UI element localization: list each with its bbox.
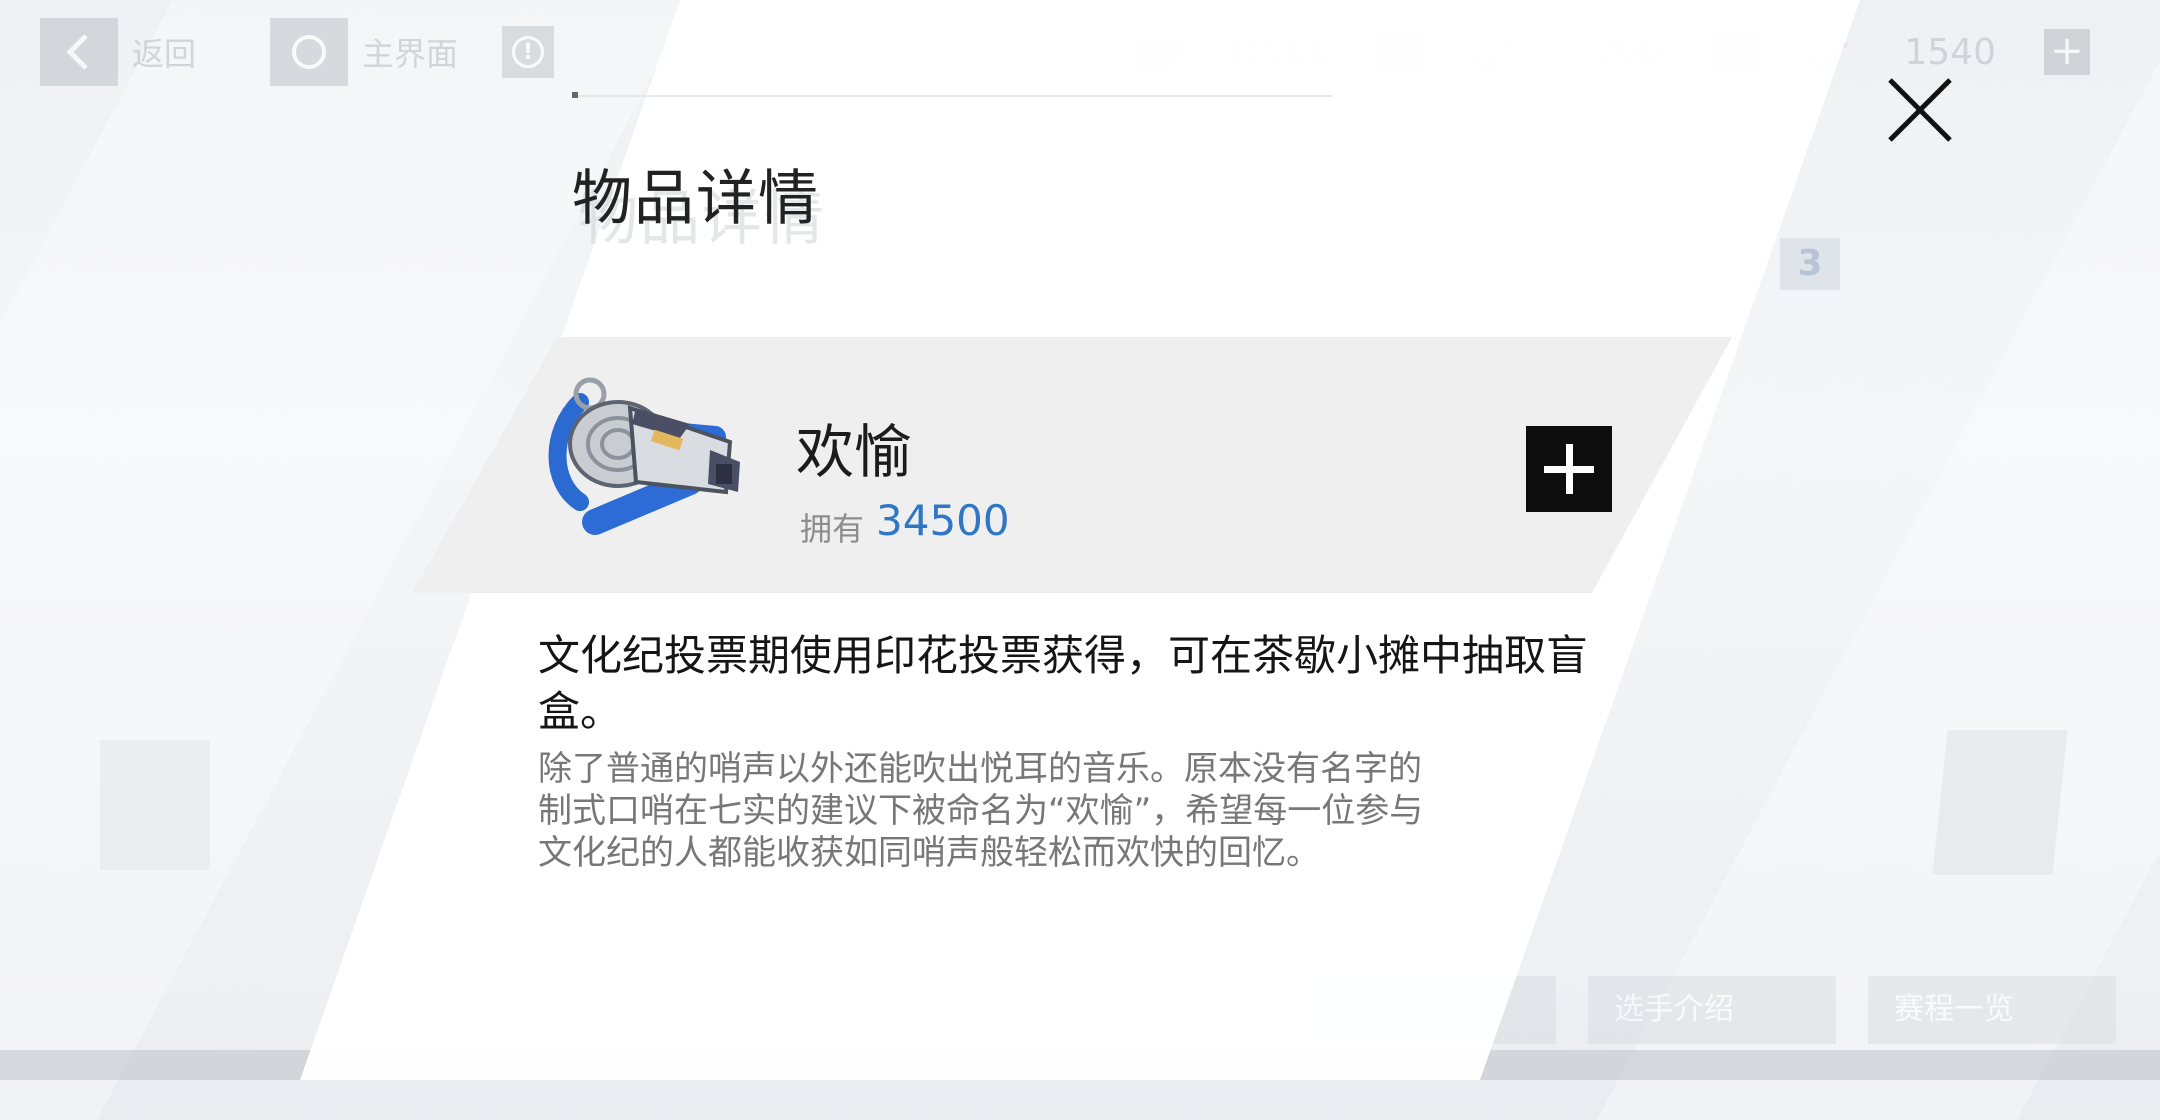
item-name: 欢愉 bbox=[796, 418, 913, 486]
close-icon bbox=[1888, 78, 1952, 142]
add-item-button[interactable] bbox=[1526, 426, 1612, 512]
item-description: 文化纪投票期使用印花投票获得，可在茶歇小摊中抽取盲盒。 bbox=[538, 631, 1589, 736]
owned-value: 34500 bbox=[876, 496, 1010, 545]
owned-label: 拥有 bbox=[800, 510, 865, 548]
close-button[interactable] bbox=[1880, 70, 1960, 150]
whistle-icon bbox=[548, 377, 740, 535]
item-flavor-text: 除了普通的哨声以外还能吹出悦耳的音乐。原本没有名字的制式口哨在七实的建议下被命名… bbox=[538, 749, 1424, 873]
divider bbox=[572, 95, 1332, 97]
modal-title: 物品详情 bbox=[572, 164, 820, 234]
divider-dot bbox=[572, 92, 578, 98]
